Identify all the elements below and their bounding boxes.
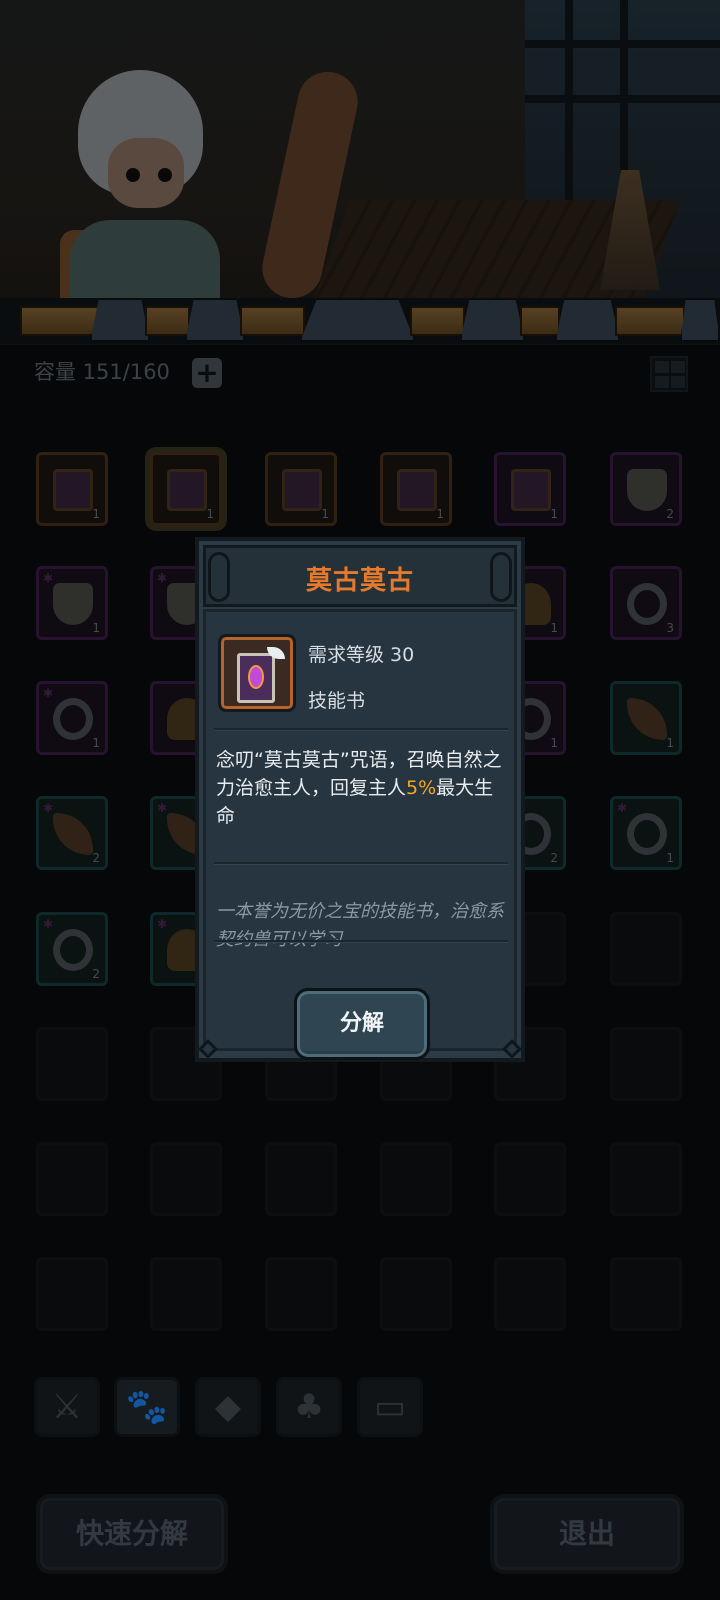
level-requirement: 需求等级 30 (308, 644, 415, 666)
skill-book-icon (237, 647, 285, 703)
divider (214, 728, 508, 731)
decompose-button[interactable]: 分解 (294, 988, 430, 1060)
item-icon-frame (218, 634, 296, 712)
popup-body: 需求等级 30 技能书 念叨“莫古莫古”咒语，召唤自然之力治愈主人，回复主人5%… (203, 609, 517, 1060)
flavor-text: 一本誉为无价之宝的技能书，治愈系契约兽可以学习 (216, 901, 504, 950)
popup-header: 莫古莫古 (203, 545, 517, 607)
divider (214, 940, 508, 943)
divider (214, 862, 508, 865)
item-name: 莫古莫古 (305, 566, 414, 596)
item-description: 念叨“莫古莫古”咒语，召唤自然之力治愈主人，回复主人5%最大生命 (216, 749, 502, 827)
item-type: 技能书 (308, 690, 366, 712)
item-detail-popup: 莫古莫古 需求等级 30 技能书 念叨“莫古莫古”咒语，召唤自然之力治愈主人，回… (195, 537, 525, 1062)
heal-percent: 5% (406, 777, 437, 799)
